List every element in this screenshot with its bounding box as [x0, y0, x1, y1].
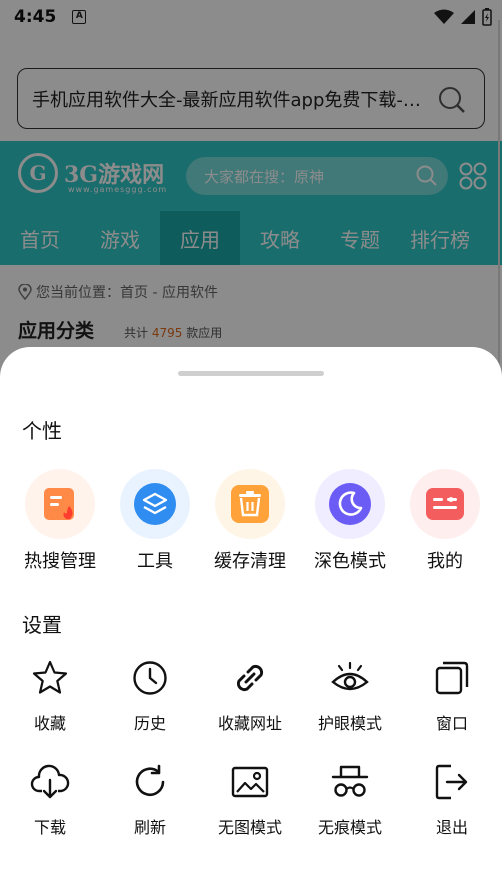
tool-eye-care[interactable]: 护眼模式 [300, 658, 400, 734]
refresh-icon [130, 762, 170, 802]
tool-label: 刷新 [133, 818, 166, 837]
feature-label: 缓存清理 [214, 551, 286, 572]
tool-download[interactable]: 下载 [0, 762, 100, 838]
tool-bookmark-url[interactable]: 收藏网址 [200, 658, 300, 734]
exit-icon [432, 762, 472, 802]
tool-label: 历史 [133, 714, 166, 733]
tool-exit[interactable]: 退出 [402, 762, 502, 838]
tool-windows[interactable]: 窗口 [402, 658, 502, 734]
tool-label: 窗口 [435, 714, 468, 733]
tool-refresh[interactable]: 刷新 [100, 762, 200, 838]
tool-label: 护眼模式 [317, 714, 382, 733]
tool-no-image[interactable]: 无图模式 [200, 762, 300, 838]
feature-tools[interactable]: 工具 [110, 469, 200, 573]
tool-label: 退出 [435, 818, 468, 837]
feature-hot-search[interactable]: 热搜管理 [15, 469, 105, 573]
tool-history[interactable]: 历史 [100, 658, 200, 734]
section-title-settings: 设置 [22, 613, 62, 637]
section-title-personal: 个性 [22, 419, 62, 443]
incognito-icon [330, 762, 370, 802]
bottom-sheet-menu: 个性 热搜管理 工具 缓存清理 深色模式 我的 设置 收藏 历史 收藏网址 护眼… [0, 347, 502, 892]
feature-clear-cache[interactable]: 缓存清理 [205, 469, 295, 573]
feature-label: 热搜管理 [24, 551, 96, 572]
tool-label: 无图模式 [217, 818, 282, 837]
profile-card-icon [410, 469, 480, 539]
eye-icon [330, 658, 370, 698]
tool-favorites[interactable]: 收藏 [0, 658, 100, 734]
tool-label: 收藏 [33, 714, 66, 733]
link-icon [230, 658, 270, 698]
tools-layers-icon [120, 469, 190, 539]
feature-profile[interactable]: 我的 [400, 469, 490, 573]
image-icon [230, 762, 270, 802]
feature-label: 深色模式 [314, 551, 386, 572]
trash-can-icon [215, 469, 285, 539]
drag-handle[interactable] [178, 371, 324, 376]
windows-icon [432, 658, 472, 698]
feature-dark-mode[interactable]: 深色模式 [305, 469, 395, 573]
feature-label: 我的 [427, 551, 463, 572]
tool-label: 收藏网址 [217, 714, 282, 733]
moon-icon [315, 469, 385, 539]
clock-icon [130, 658, 170, 698]
tool-incognito[interactable]: 无痕模式 [300, 762, 400, 838]
tool-label: 无痕模式 [317, 818, 382, 837]
star-icon [30, 658, 70, 698]
hot-search-icon [25, 469, 95, 539]
tool-label: 下载 [33, 818, 66, 837]
feature-label: 工具 [137, 551, 173, 572]
cloud-download-icon [30, 762, 70, 802]
